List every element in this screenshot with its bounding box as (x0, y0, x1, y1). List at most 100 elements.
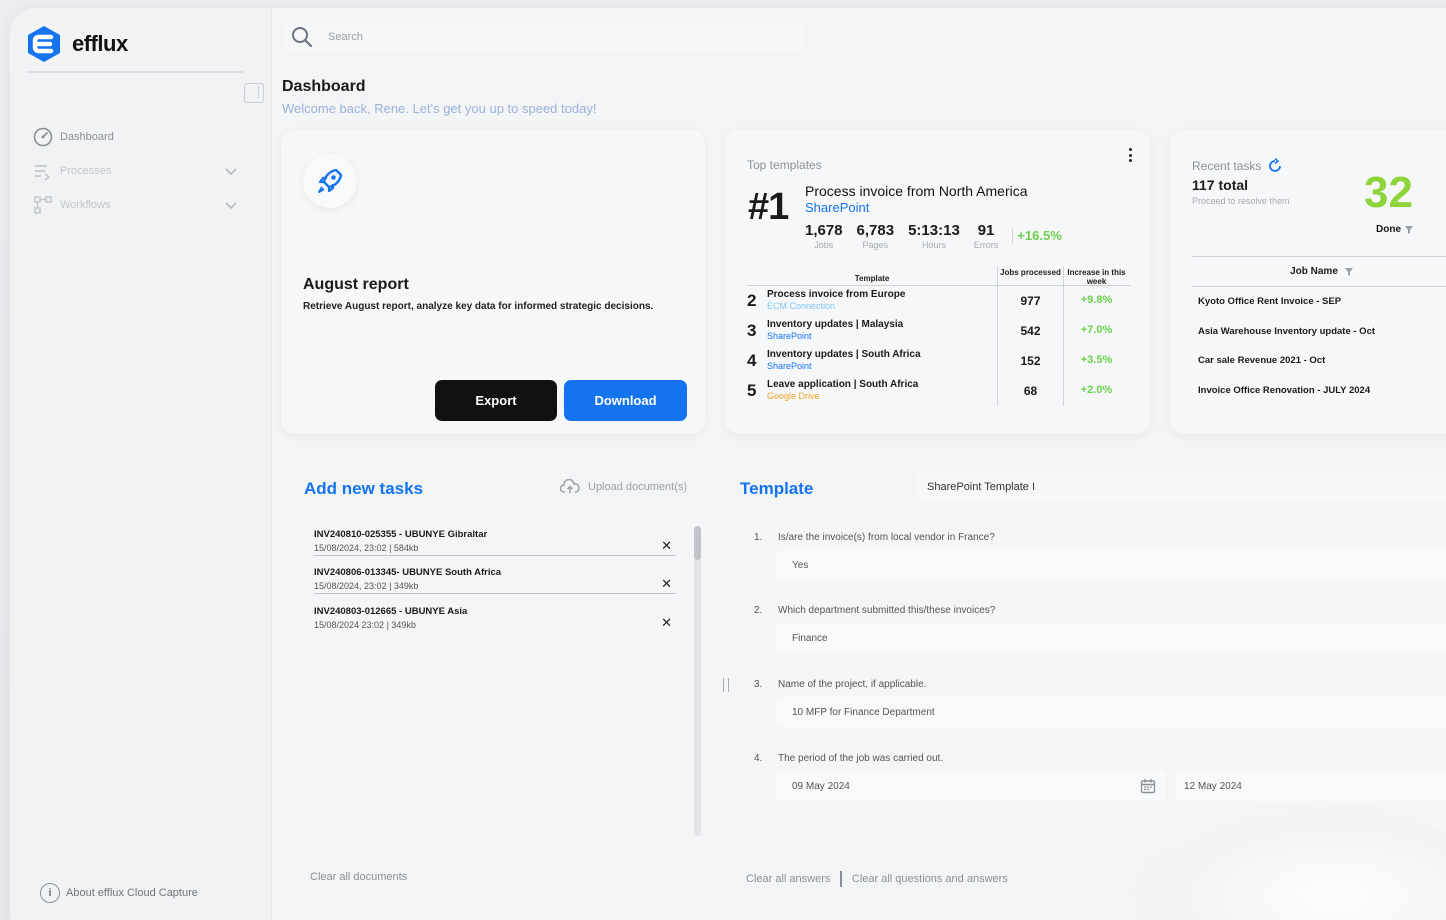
stat-hours: 5:13:13 Hours (908, 222, 960, 250)
scrollbar-thumb[interactable] (694, 526, 701, 560)
end-date-field[interactable]: 12 May 2024 (1176, 771, 1446, 801)
cloud-upload-icon (560, 479, 580, 493)
about-label: About efflux Cloud Capture (66, 887, 198, 899)
recent-tasks-card: Recent tasks 117 total Proceed to resolv… (1170, 130, 1446, 434)
clear-documents-link[interactable]: Clear all documents (310, 871, 407, 883)
sidebar-item-processes[interactable]: Processes (32, 154, 242, 188)
jobs-processed: 152 (997, 346, 1063, 376)
rank: 4 (747, 351, 757, 370)
document-name: INV240806-013345- UBUNYE South Africa (314, 567, 502, 578)
sidebar-nav: Dashboard Processes Workflows (32, 120, 242, 222)
jobs-processed: 542 (997, 316, 1063, 346)
list-item[interactable]: INV240803-012665 - UBUNYE Asia 15/08/2024… (314, 605, 676, 632)
page-subtitle: Welcome back, Rene. Let's get you up to … (282, 101, 597, 116)
recent-tasks-label: Recent tasks (1192, 159, 1262, 173)
done-label: Done (1376, 224, 1401, 235)
answer-2-field[interactable]: Finance (776, 623, 1446, 653)
list-item[interactable]: INV240810-025355 - UBUNYE Gibraltar 15/08… (314, 528, 676, 556)
top-template-source[interactable]: SharePoint (805, 200, 869, 215)
filter-icon[interactable] (1344, 267, 1354, 277)
top-rank: #1 (748, 186, 789, 228)
stat-pages: 6,783 Pages (856, 222, 895, 250)
dashboard-icon (32, 126, 54, 148)
column-job-name: Job Name (1290, 266, 1338, 277)
template-source: SharePoint (767, 331, 812, 341)
collapse-sidebar-button[interactable] (244, 83, 264, 103)
filter-icon (1405, 225, 1413, 234)
template-source: Google Drive (767, 391, 820, 401)
search-bar[interactable]: Search (284, 22, 804, 52)
start-date-field[interactable]: 09 May 2024 (776, 771, 1166, 801)
search-icon (292, 27, 313, 48)
info-icon: i (40, 883, 60, 903)
top-template-stats: 1,678 Jobs 6,783 Pages 5:13:13 Hours 91 Erro… (805, 222, 1062, 250)
column-template: Template (854, 274, 890, 283)
template-name: Process invoice from Europe (767, 289, 906, 300)
search-input[interactable]: Search (328, 31, 363, 43)
close-icon[interactable]: ✕ (661, 538, 672, 554)
top-templates-label: Top templates (747, 158, 822, 172)
chevron-down-icon[interactable] (220, 160, 242, 182)
answer-3-field[interactable]: 10 MFP for Finance Department (776, 697, 1446, 727)
close-icon[interactable]: ✕ (661, 576, 672, 592)
rank: 5 (747, 381, 757, 400)
page-title: Dashboard (282, 78, 366, 95)
column-increase: Increase in this week (1063, 266, 1129, 286)
export-button[interactable]: Export (435, 380, 557, 421)
template-actions: Clear all answers Clear all questions an… (746, 871, 1008, 887)
question-1: 1. Is/are the invoice(s) from local vendo… (754, 532, 995, 543)
table-row[interactable]: Invoice Office Renovation - JULY 2024 (1192, 376, 1446, 406)
list-item[interactable]: INV240806-013345- UBUNYE South Africa 15/… (314, 566, 676, 594)
sidebar-item-label: Workflows (60, 199, 111, 211)
sidebar-item-workflows[interactable]: Workflows (32, 188, 242, 222)
stat-errors: 91 Errors (973, 222, 999, 250)
rocket-icon (318, 168, 343, 193)
close-icon[interactable]: ✕ (661, 615, 672, 631)
top-template-increase: +16.5% (1012, 228, 1062, 243)
question-4: 4. The period of the job was carried out. (754, 753, 944, 764)
panel-resize-handle[interactable] (723, 678, 729, 692)
documents-list: INV240810-025355 - UBUNYE Gibraltar 15/08… (296, 512, 708, 852)
download-button[interactable]: Download (564, 380, 687, 421)
logo[interactable]: efflux (24, 24, 128, 64)
upload-documents-button[interactable]: Upload document(s) (560, 479, 687, 495)
question-3: 3. Name of the project, if applicable. (754, 679, 927, 690)
table-row[interactable]: 4 Inventory updates | South Africa SharePo… (747, 346, 1131, 376)
templates-table: Template Jobs processed Increase in this… (747, 266, 1131, 406)
table-row[interactable]: Asia Warehouse Inventory update - Oct (1192, 317, 1446, 347)
weekly-increase: +3.5% (1063, 346, 1129, 376)
sidebar-divider (26, 71, 244, 73)
weekly-increase: +2.0% (1063, 376, 1129, 406)
clear-answers-link[interactable]: Clear all answers (746, 873, 830, 885)
table-row[interactable]: Kyoto Office Rent Invoice - SEP (1192, 287, 1446, 317)
template-source: ECM Connection (767, 301, 836, 311)
top-template-name: Process invoice from North America (805, 183, 1028, 199)
clear-all-link[interactable]: Clear all questions and answers (852, 873, 1008, 885)
template-cell: 4 Inventory updates | South Africa SharePo… (747, 346, 997, 376)
sidebar-item-dashboard[interactable]: Dashboard (32, 120, 242, 154)
about-link[interactable]: i About efflux Cloud Capture (40, 883, 198, 903)
table-header[interactable]: Job Name (1192, 257, 1446, 287)
more-options-icon[interactable] (1129, 148, 1133, 162)
done-filter[interactable]: Done (1376, 224, 1414, 235)
document-name: INV240810-025355 - UBUNYE Gibraltar (314, 529, 488, 540)
table-row[interactable]: 5 Leave application | South Africa Google … (747, 376, 1131, 406)
answer-1-field[interactable]: Yes (776, 550, 1446, 580)
template-name: Inventory updates | South Africa (767, 349, 921, 360)
table-row[interactable]: 3 Inventory updates | Malaysia SharePoint 5… (747, 316, 1131, 346)
report-description: Retrieve August report, analyze key data… (303, 301, 654, 312)
template-select[interactable]: SharePoint Template I (915, 472, 1446, 502)
link-divider (840, 871, 842, 887)
refresh-icon[interactable] (1267, 158, 1283, 174)
recent-tasks-table: Job Name Kyoto Office Rent Invoice - SEP… (1192, 256, 1446, 405)
weekly-increase: +7.0% (1063, 316, 1129, 346)
table-row[interactable]: 2 Process invoice from Europe ECM Connecti… (747, 286, 1131, 316)
calendar-icon[interactable] (1140, 778, 1156, 794)
chevron-down-icon[interactable] (220, 194, 242, 216)
scrollbar-track[interactable] (694, 526, 701, 836)
jobs-processed: 68 (997, 376, 1063, 406)
table-row[interactable]: Car sale Revenue 2021 - Oct (1192, 346, 1446, 376)
report-card: August report Retrieve August report, an… (281, 130, 705, 434)
template-cell: 3 Inventory updates | Malaysia SharePoint (747, 316, 997, 346)
rank: 3 (747, 321, 757, 340)
